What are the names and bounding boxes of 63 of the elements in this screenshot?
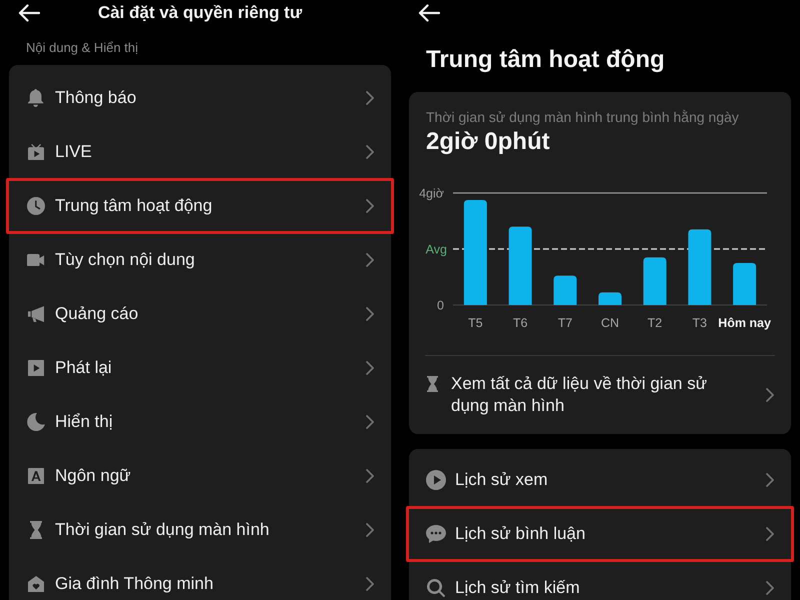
screen-title: Cài đặt và quyền riêng tư (98, 3, 302, 23)
search-icon (426, 578, 446, 598)
bar (598, 292, 622, 305)
chevron-right-icon (766, 527, 774, 541)
back-arrow-icon (18, 4, 40, 22)
section-label: Nội dung & Hiển thị (26, 40, 138, 56)
tv-icon (28, 144, 44, 160)
hourglass-icon (427, 376, 438, 392)
average-label: Avg (426, 242, 447, 256)
page-heading: Trung tâm hoạt động (426, 45, 665, 75)
menu-item[interactable]: Lịch sử bình luận (409, 507, 791, 561)
day-label: T6 (513, 316, 528, 330)
day-label: T7 (558, 316, 572, 330)
letter-a-icon (28, 468, 44, 484)
chevron-right-icon (366, 253, 374, 267)
day-label: CN (600, 316, 620, 330)
bar (733, 263, 756, 305)
clock-icon (27, 197, 45, 215)
hourglass-icon (30, 521, 42, 539)
chevron-right-icon (366, 145, 374, 159)
bar (643, 257, 666, 305)
chevron-right-icon (366, 523, 374, 537)
chevron-right-icon (366, 469, 374, 483)
menu-item[interactable]: Trung tâm hoạt động (9, 179, 391, 233)
usage-subtitle: Thời gian sử dụng màn hình trung bình hằng ngày (426, 108, 739, 126)
chevron-right-icon (366, 91, 374, 105)
chevron-right-icon (366, 361, 374, 375)
menu-item[interactable]: Lịch sử tìm kiếm (409, 561, 791, 600)
axis-label: 4giờ (419, 186, 444, 200)
axis-label: 0 (437, 298, 444, 312)
chevron-right-icon (366, 307, 374, 321)
day-label: T3 (692, 316, 707, 330)
screen-time-link[interactable]: Xem tất cả dữ liệu về thời gian sử dụng màn hình (409, 356, 791, 434)
back-button[interactable] (418, 4, 440, 22)
menu-item[interactable]: Phát lại (9, 341, 391, 395)
menu-item[interactable]: Thời gian sử dụng màn hình (9, 503, 391, 557)
bar (554, 276, 577, 305)
chevron-right-icon (766, 581, 774, 595)
menu-item[interactable]: Quảng cáo (9, 287, 391, 341)
menu-item[interactable]: Ngôn ngữ (9, 449, 391, 503)
chevron-right-icon (766, 388, 774, 402)
menu-item[interactable]: Tùy chọn nội dung (9, 233, 391, 287)
back-arrow-icon (418, 4, 440, 22)
chevron-right-icon (366, 415, 374, 429)
chat-bubble-icon (426, 525, 446, 543)
back-button[interactable] (18, 4, 40, 22)
menu-item[interactable]: Thông báo (9, 71, 391, 125)
menu-item[interactable]: Lịch sử xem (409, 453, 791, 507)
house-heart-icon (28, 576, 44, 592)
megaphone-icon (28, 306, 44, 322)
day-label: T5 (468, 316, 483, 330)
chevron-right-icon (366, 199, 374, 213)
menu-item[interactable]: LIVE (9, 125, 391, 179)
chevron-right-icon (366, 577, 374, 591)
bell-icon (28, 89, 44, 107)
menu-item[interactable]: Gia đình Thông minh (9, 557, 391, 600)
day-label: T2 (648, 316, 662, 330)
usage-total: 2giờ 0phút (426, 127, 550, 157)
moon-icon (27, 413, 45, 431)
day-label: Hôm nay (718, 316, 771, 330)
chevron-right-icon (766, 473, 774, 487)
menu-item[interactable]: Hiển thị (9, 395, 391, 449)
video-camera-icon (27, 254, 45, 266)
